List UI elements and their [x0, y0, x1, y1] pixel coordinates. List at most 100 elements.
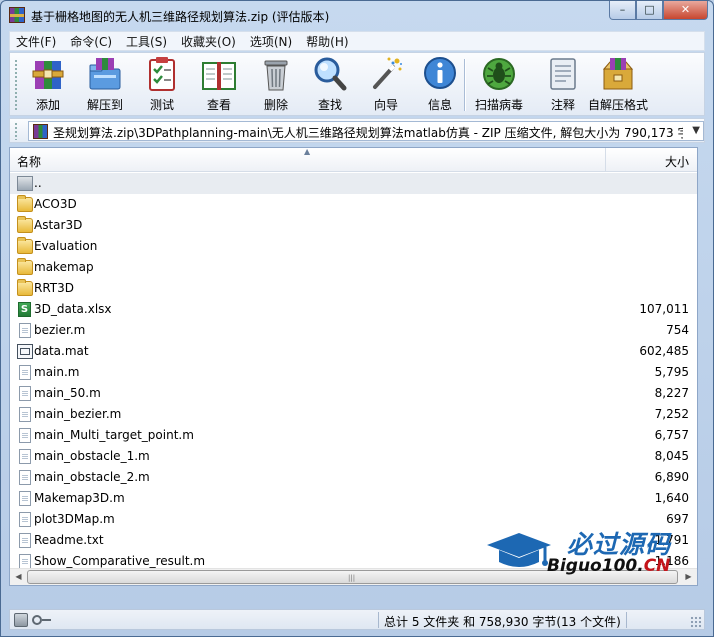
file-name: Show_Comparative_result.m [34, 554, 206, 568]
list-item[interactable]: main.m 5,795 [10, 362, 697, 383]
list-item[interactable]: main_obstacle_2.m 6,890 [10, 467, 697, 488]
address-field[interactable]: 圣规划算法.zip\3DPathplanning-main\无人机三维路径规划算… [28, 121, 704, 141]
document-icon [19, 449, 31, 464]
add-label: 添加 [35, 98, 60, 112]
list-header: 名称 ▲ 大小 [10, 147, 697, 172]
scroll-left-icon[interactable]: ◀ [10, 569, 27, 585]
file-name: main.m [34, 365, 80, 379]
close-button[interactable]: ✕ [663, 1, 708, 20]
drive-icon[interactable] [14, 613, 28, 627]
view-label: 查看 [206, 98, 231, 112]
extract-to-button[interactable]: 解压到 [77, 55, 133, 115]
file-name: data.mat [34, 344, 89, 358]
find-icon [311, 55, 349, 93]
column-header-name[interactable]: 名称 ▲ [10, 147, 606, 172]
list-item[interactable]: Evaluation [10, 236, 697, 257]
list-item[interactable]: main_bezier.m 7,252 [10, 404, 697, 425]
test-label: 测试 [149, 98, 174, 112]
file-name: main_50.m [34, 386, 101, 400]
list-item-parent[interactable]: .. [10, 173, 697, 194]
view-button[interactable]: 查看 [191, 55, 247, 115]
file-size: 6,757 [654, 428, 689, 442]
menu-file[interactable]: 文件(F) [10, 33, 64, 50]
maximize-button[interactable]: □ [636, 1, 663, 20]
status-bar: 总计 5 文件夹 和 758,930 字节(13 个文件) [9, 609, 705, 630]
menu-commands[interactable]: 命令(C) [64, 33, 120, 50]
file-name: main_bezier.m [34, 407, 122, 421]
extract-to-icon [86, 55, 124, 93]
add-archive-icon [29, 55, 67, 93]
list-item[interactable]: Makemap3D.m 1,640 [10, 488, 697, 509]
menu-favorites[interactable]: 收藏夹(O) [175, 33, 244, 50]
toolbar-grip[interactable] [14, 59, 18, 111]
comment-icon [544, 55, 582, 93]
file-name: bezier.m [34, 323, 86, 337]
archive-icon [33, 124, 48, 139]
chevron-down-icon[interactable]: ▼ [692, 125, 700, 136]
status-divider [378, 612, 379, 628]
virus-scan-button[interactable]: 扫描病毒 [469, 55, 529, 115]
address-bar: 圣规划算法.zip\3DPathplanning-main\无人机三维路径规划算… [9, 118, 705, 143]
file-name: plot3DMap.m [34, 512, 115, 526]
column-header-size[interactable]: 大小 [606, 148, 697, 172]
address-grip[interactable] [14, 122, 18, 140]
info-button[interactable]: 信息 [412, 55, 468, 115]
title-bar[interactable]: 基于栅格地图的无人机三维路径规划算法.zip (评估版本) – □ ✕ [1, 1, 713, 29]
minimize-button[interactable]: – [609, 1, 636, 20]
scrollbar-grip-icon: ||| [348, 574, 356, 582]
find-button[interactable]: 查找 [302, 55, 358, 115]
folder-icon [17, 258, 33, 275]
menu-options[interactable]: 选项(N) [244, 33, 300, 50]
folder-icon [17, 195, 33, 212]
wizard-button[interactable]: 向导 [358, 55, 414, 115]
file-name: Readme.txt [34, 533, 104, 547]
virus-scan-icon [480, 55, 518, 93]
add-button[interactable]: 添加 [20, 55, 76, 115]
find-label: 查找 [317, 98, 342, 112]
menu-bar: 文件(F) 命令(C) 工具(S) 收藏夹(O) 选项(N) 帮助(H) [9, 31, 705, 51]
key-icon[interactable] [32, 615, 51, 625]
toolbar: 添加 解压到 测试 查看 删除 查找 向导 信息 扫描病毒 注释 自解压格式 [9, 52, 705, 116]
menu-tools[interactable]: 工具(S) [120, 33, 175, 50]
menu-help[interactable]: 帮助(H) [300, 33, 356, 50]
list-item[interactable]: S 3D_data.xlsx 107,011 [10, 299, 697, 320]
file-name: .. [34, 176, 42, 190]
folder-icon [17, 237, 33, 254]
comment-label: 注释 [550, 98, 575, 112]
excel-file-icon: S [18, 302, 31, 317]
parent-folder-icon [17, 176, 33, 191]
file-rows: .. ACO3D Astar3D Evaluation makemap RRT3… [10, 173, 697, 572]
window-controls: – □ ✕ [609, 1, 708, 20]
list-item[interactable]: Astar3D [10, 215, 697, 236]
file-name: Evaluation [34, 239, 98, 253]
list-item[interactable]: main_50.m 8,227 [10, 383, 697, 404]
list-item[interactable]: bezier.m 754 [10, 320, 697, 341]
list-item[interactable]: main_Multi_target_point.m 6,757 [10, 425, 697, 446]
list-item[interactable]: ACO3D [10, 194, 697, 215]
toolbar-separator [464, 59, 465, 111]
column-size-label: 大小 [664, 155, 689, 169]
comment-button[interactable]: 注释 [535, 55, 591, 115]
file-name: main_obstacle_2.m [34, 470, 150, 484]
file-size: 7,252 [654, 407, 689, 421]
extract-to-label: 解压到 [86, 98, 123, 112]
watermark-logo: 必过源码 Biguo100.CN [485, 523, 685, 583]
delete-label: 删除 [263, 98, 288, 112]
sfx-icon [599, 55, 637, 93]
list-item[interactable]: data.mat 602,485 [10, 341, 697, 362]
list-item[interactable]: main_obstacle_1.m 8,045 [10, 446, 697, 467]
file-size: 8,045 [654, 449, 689, 463]
file-size: 1,640 [654, 491, 689, 505]
document-icon [19, 428, 31, 443]
test-button[interactable]: 测试 [134, 55, 190, 115]
sfx-button[interactable]: 自解压格式 [588, 55, 648, 115]
file-name: Makemap3D.m [34, 491, 125, 505]
file-size: 6,890 [654, 470, 689, 484]
status-divider [626, 612, 627, 628]
list-item[interactable]: makemap [10, 257, 697, 278]
test-icon [143, 55, 181, 93]
resize-grip-icon[interactable] [690, 616, 702, 628]
delete-button[interactable]: 删除 [248, 55, 304, 115]
list-item[interactable]: RRT3D [10, 278, 697, 299]
wizard-icon [367, 55, 405, 93]
